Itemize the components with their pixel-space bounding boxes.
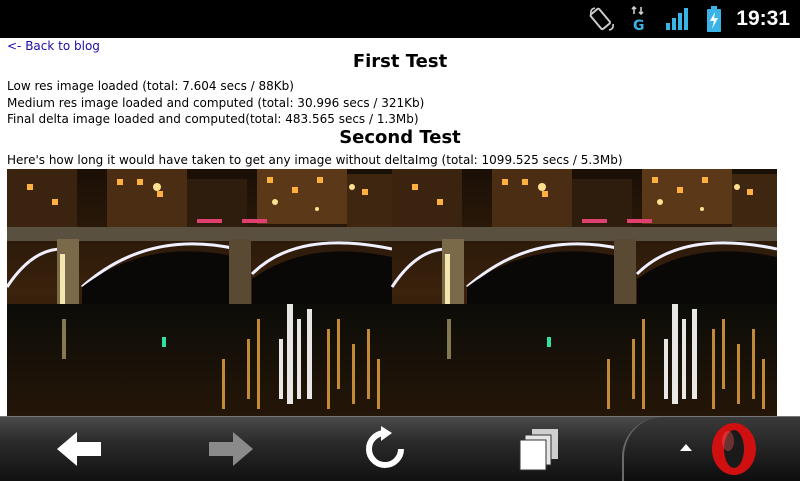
signal-strength-icon — [664, 0, 692, 38]
second-test-heading: Second Test — [339, 127, 461, 148]
clock: 19:31 — [736, 7, 790, 30]
tabs-button[interactable] — [500, 417, 580, 481]
opera-menu-icon — [680, 423, 756, 475]
medium-res-result: Medium res image loaded and computed (to… — [7, 96, 425, 110]
browser-toolbar — [0, 416, 800, 481]
low-res-result: Low res image loaded (total: 7.604 secs … — [7, 79, 294, 93]
back-button[interactable] — [40, 417, 120, 481]
screen-rotation-icon — [588, 0, 616, 38]
forward-arrow-icon — [209, 432, 253, 466]
forward-button[interactable] — [190, 417, 270, 481]
web-page: <- Back to blog First Test Low res image… — [0, 38, 800, 416]
battery-charging-icon — [704, 0, 724, 38]
reload-button[interactable] — [345, 417, 425, 481]
back-arrow-icon — [57, 432, 101, 466]
network-g-icon: G — [630, 0, 648, 38]
final-delta-result: Final delta image loaded and computed(to… — [7, 112, 419, 126]
status-bar: G 19:31 — [0, 0, 800, 38]
reload-icon — [366, 426, 404, 468]
tabs-icon — [519, 429, 558, 471]
opera-menu-button[interactable] — [622, 417, 800, 481]
svg-text:G: G — [633, 18, 645, 33]
without-deltaimg-result: Here's how long it would have taken to g… — [7, 153, 623, 167]
first-test-heading: First Test — [352, 51, 448, 72]
bridge-night-photo — [7, 169, 777, 416]
